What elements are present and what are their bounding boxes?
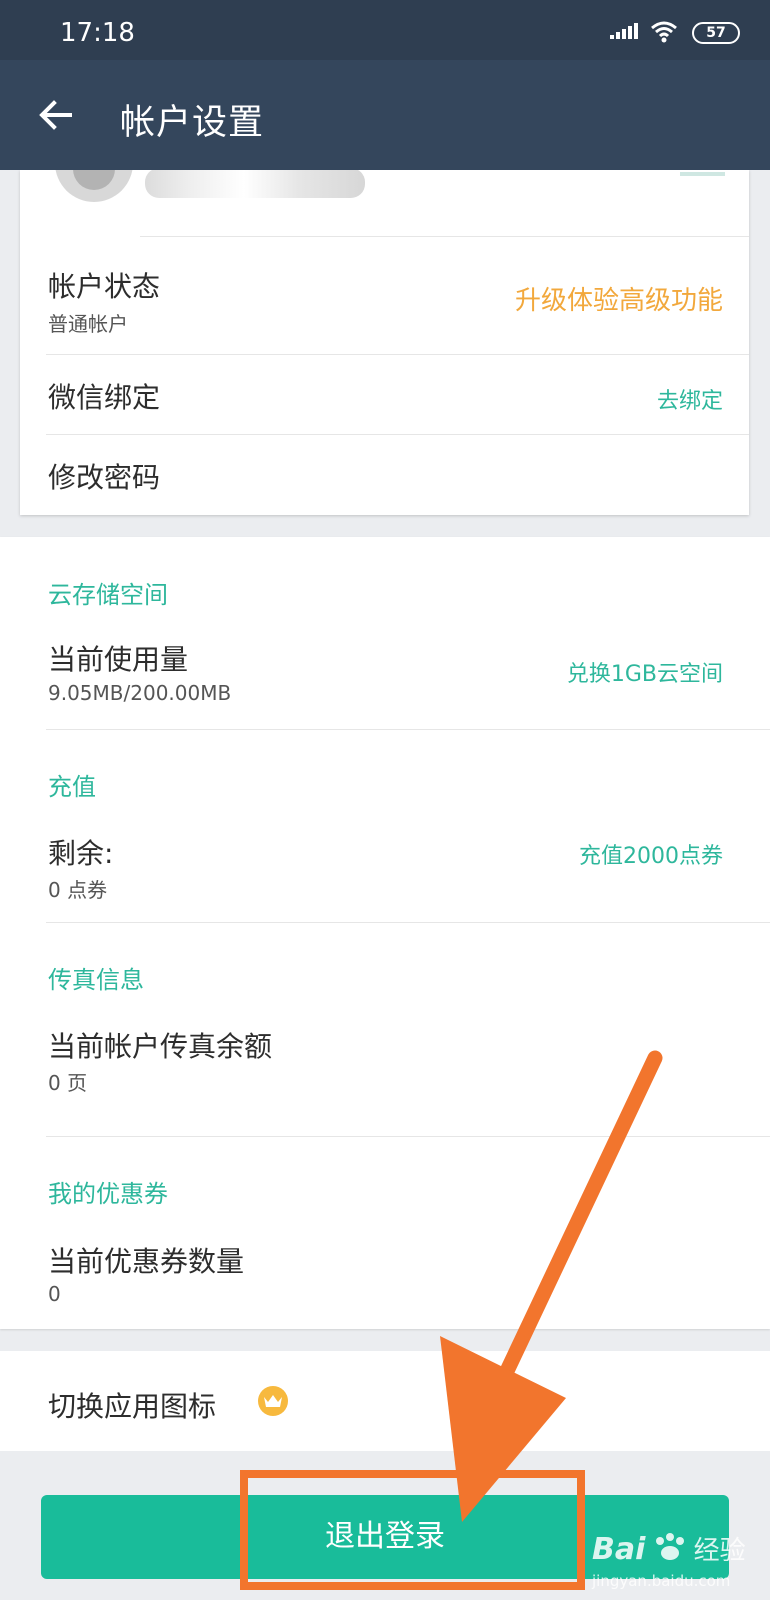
page-title: 帐户设置: [120, 103, 265, 143]
annotation-arrow-icon: [440, 1050, 663, 1522]
watermark-brand: Bai: [592, 1532, 646, 1567]
watermark-brand-cn: 经验: [693, 1536, 746, 1566]
app-bar: 帐户设置: [0, 60, 770, 170]
paw-icon: [651, 1533, 694, 1563]
watermark-site: jingyan.baidu.com: [592, 1572, 731, 1590]
watermark: Bai 经验 jingyan.baidu.com: [592, 1530, 746, 1590]
arrow-left-icon[interactable]: [38, 97, 74, 137]
